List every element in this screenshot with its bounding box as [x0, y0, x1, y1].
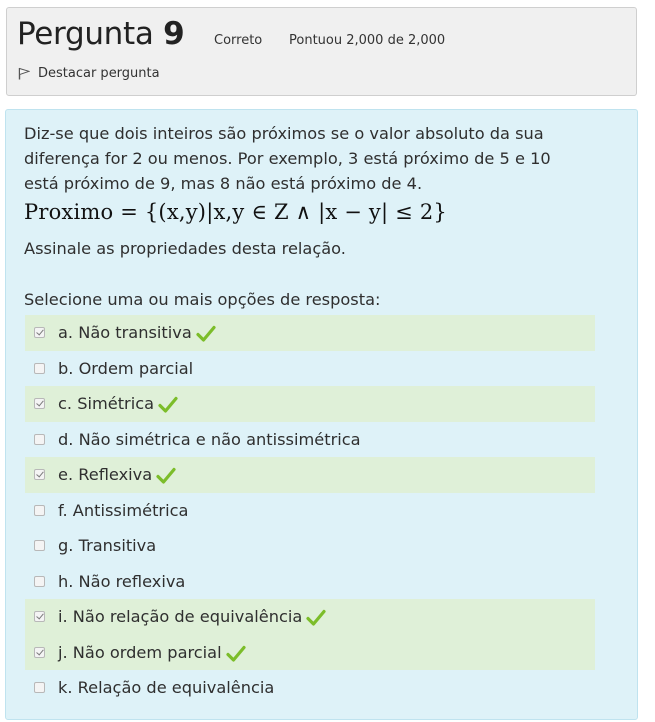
correct-check-icon [306, 610, 326, 626]
answer-option[interactable]: d. Não simétrica e não antissimétrica [25, 422, 595, 458]
question-content-panel: Diz-se que dois inteiros são próximos se… [5, 109, 638, 720]
option-checkbox[interactable] [34, 362, 45, 374]
question-state: Correto [214, 33, 263, 48]
option-checkbox[interactable] [34, 540, 45, 552]
answer-option[interactable]: g. Transitiva [25, 528, 595, 564]
answer-option[interactable]: h. Não reflexiva [25, 564, 595, 600]
answer-option[interactable]: f. Antissimétrica [25, 493, 595, 529]
option-label: h. Não reflexiva [58, 571, 186, 591]
answer-option[interactable]: c. Simétrica [25, 386, 595, 422]
option-checkbox[interactable] [34, 469, 45, 481]
option-checkbox[interactable] [34, 646, 45, 658]
correct-check-icon [156, 468, 176, 484]
answer-option[interactable]: j. Não ordem parcial [25, 634, 595, 670]
option-label: d. Não simétrica e não antissimétrica [58, 429, 361, 449]
option-label: g. Transitiva [58, 536, 157, 556]
answer-option[interactable]: a. Não transitiva [25, 315, 595, 351]
option-label: i. Não relação de equivalência [58, 607, 303, 627]
flag-question-link[interactable]: Destacar pergunta [18, 66, 160, 81]
question-grade: Pontuou 2,000 de 2,000 [289, 33, 446, 48]
answer-option[interactable]: b. Ordem parcial [25, 351, 595, 387]
answer-options: a. Não transitiva b. Ordem parcial c. Si… [25, 315, 595, 706]
option-label: e. Reflexiva [58, 465, 153, 485]
option-checkbox[interactable] [34, 398, 45, 410]
option-label: j. Não ordem parcial [58, 642, 222, 662]
question-formula: Proximo = {(x,y)|x,y ∈ Z ∧ |x − y| ≤ 2} [24, 200, 447, 224]
question-title-prefix: Pergunta [17, 16, 154, 52]
flag-question-label: Destacar pergunta [38, 66, 160, 81]
answer-instruction: Selecione uma ou mais opções de resposta… [24, 290, 381, 309]
question-title: Pergunta 9 [17, 16, 185, 52]
option-checkbox[interactable] [34, 611, 45, 623]
option-label: b. Ordem parcial [58, 358, 194, 378]
option-checkbox[interactable] [34, 327, 45, 339]
correct-check-icon [226, 645, 246, 662]
answer-option[interactable]: e. Reflexiva [25, 457, 595, 493]
question-number: 9 [163, 16, 185, 52]
option-label: k. Relação de equivalência [58, 678, 275, 698]
option-checkbox[interactable] [34, 504, 45, 516]
option-checkbox[interactable] [34, 433, 45, 445]
option-checkbox[interactable] [34, 575, 45, 587]
question-text: Diz-se que dois inteiros são próximos se… [24, 124, 551, 193]
option-label: c. Simétrica [58, 394, 155, 414]
answer-option[interactable]: i. Não relação de equivalência [25, 599, 595, 635]
question-info-panel: Pergunta 9 Correto Pontuou 2,000 de 2,00… [6, 7, 637, 96]
correct-check-icon [158, 397, 178, 413]
option-checkbox[interactable] [34, 682, 45, 694]
option-label: a. Não transitiva [58, 323, 192, 343]
answer-option[interactable]: k. Relação de equivalência [25, 670, 595, 706]
question-prompt: Assinale as propriedades desta relação. [24, 239, 346, 258]
correct-check-icon [196, 326, 216, 342]
option-label: f. Antissimétrica [58, 500, 189, 520]
flag-icon [18, 67, 30, 80]
